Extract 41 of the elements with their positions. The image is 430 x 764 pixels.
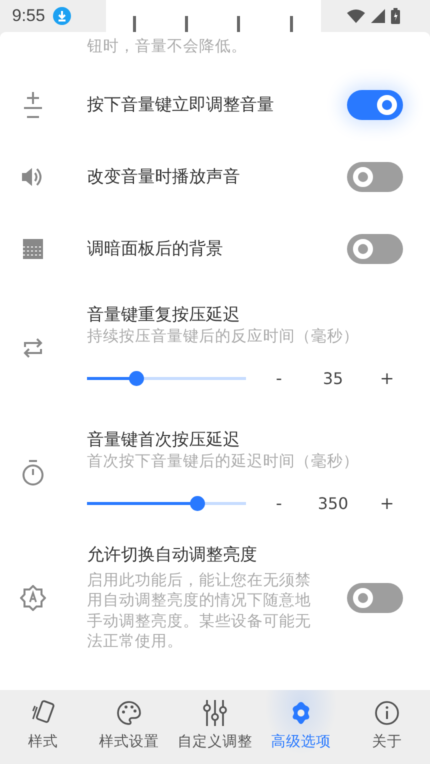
toggle-switch[interactable]	[347, 582, 403, 612]
setting-description: 首次按下音量键后的延迟时间（毫秒）	[87, 451, 360, 472]
wifi-icon	[347, 9, 365, 23]
increase-button[interactable]: +	[375, 494, 399, 514]
download-icon	[53, 7, 72, 25]
nav-tab[interactable]: 自定义调整	[172, 690, 258, 764]
increase-button[interactable]: +	[375, 368, 399, 389]
setting-description: 启用此功能后，能让您在无须禁用自动调整亮度的情况下随意地手动调整亮度。某些设备可能无法正常使用。	[87, 570, 312, 652]
decrease-button[interactable]: -	[267, 368, 291, 389]
palette-icon	[117, 700, 141, 726]
decrease-button[interactable]: -	[267, 494, 291, 514]
slider-thumb[interactable]	[129, 371, 144, 386]
nav-tab[interactable]: 样式设置	[86, 690, 172, 764]
repeat-icon	[22, 336, 44, 358]
status-time: 9:55	[12, 6, 46, 26]
info-icon	[375, 700, 399, 726]
signal-icon	[371, 9, 385, 23]
setting-description: 持续按压音量键后的反应时间（毫秒）	[87, 326, 360, 347]
setting-title: 调暗面板后的背景	[87, 238, 224, 260]
slider-thumb[interactable]	[190, 496, 205, 512]
toggle-switch[interactable]	[347, 90, 403, 120]
setting-title: 改变音量时播放声音	[87, 166, 241, 188]
nav-tab[interactable]: 关于	[344, 690, 430, 764]
brightness-icon	[20, 584, 46, 610]
battery-icon	[391, 8, 400, 24]
setting-title: 允许切换自动调整亮度	[87, 544, 258, 566]
slider-value: 350	[316, 494, 350, 514]
cards-icon	[31, 700, 55, 726]
setting-title: 音量键重复按压延迟	[87, 304, 241, 326]
setting-title: 按下音量键立即调整音量	[87, 94, 275, 116]
stopwatch-icon	[22, 460, 44, 486]
speaker-icon	[22, 167, 44, 187]
slider-value: 35	[322, 369, 344, 388]
plus-minus-icon	[22, 92, 42, 118]
toggle-switch[interactable]	[347, 234, 403, 264]
toggle-switch[interactable]	[347, 162, 403, 192]
checker-icon	[22, 239, 42, 259]
setting-description: 钮时，音量不会降低。	[87, 37, 247, 55]
nav-tab[interactable]: 样式	[0, 690, 86, 764]
setting-title: 音量键首次按压延迟	[87, 429, 241, 452]
sliders-icon	[203, 700, 227, 726]
